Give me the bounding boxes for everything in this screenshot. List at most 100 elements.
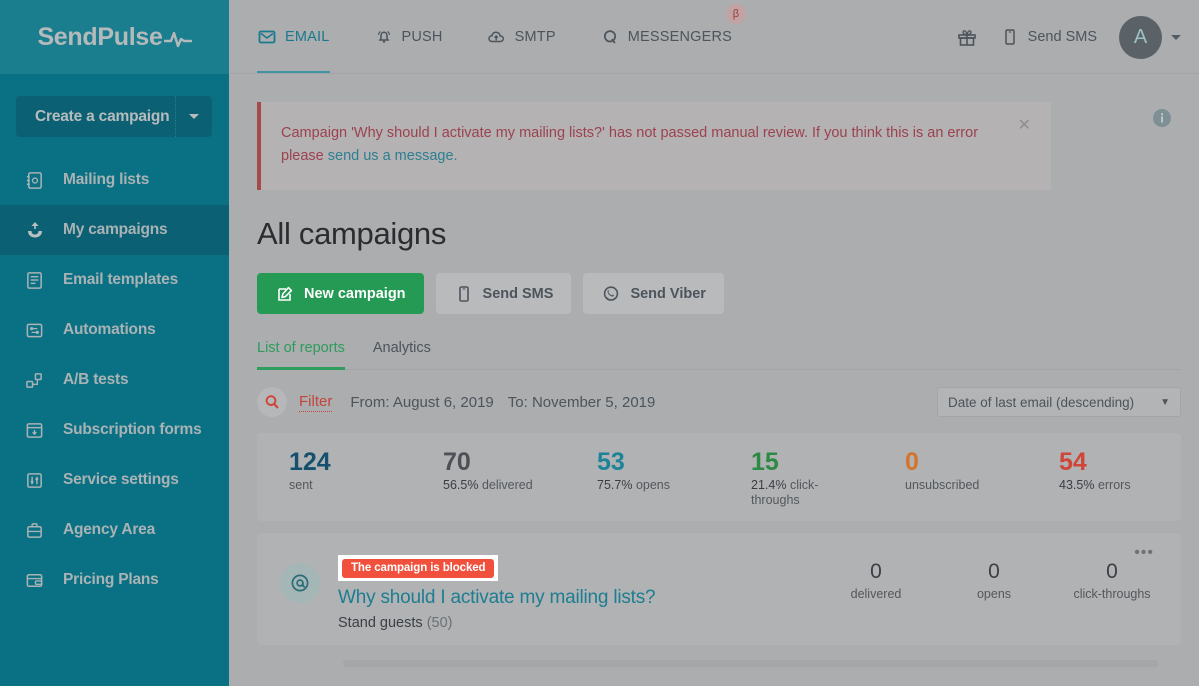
sidebar-item-label: Pricing Plans <box>63 571 159 589</box>
sidebar-item-ab-tests[interactable]: A/B tests <box>0 355 229 405</box>
compose-icon <box>275 284 295 304</box>
stat-label: 56.5% delivered <box>443 478 538 493</box>
create-campaign-label: Create a campaign <box>16 108 175 126</box>
sidebar-nav: Mailing lists My campaigns Email templat… <box>0 155 229 605</box>
status-badge: The campaign is blocked <box>342 559 494 578</box>
close-icon[interactable]: ✕ <box>1018 118 1031 134</box>
ellipsis-icon[interactable]: ••• <box>1134 545 1154 561</box>
search-icon[interactable] <box>257 387 287 417</box>
sidebar-item-automations[interactable]: Automations <box>0 305 229 355</box>
filter-toolbar: Filter From: August 6, 2019 To: November … <box>257 387 1181 417</box>
pulse-icon <box>164 27 192 47</box>
chevron-down-icon <box>189 114 199 119</box>
campaign-main: The campaign is blocked Why should I act… <box>257 555 817 631</box>
main-area: EMAIL PUSH SMTP <box>229 0 1199 686</box>
review-warning-banner: Campaign 'Why should I activate my maili… <box>257 102 1051 190</box>
sort-value: Date of last email (descending) <box>948 395 1134 410</box>
tab-list-of-reports[interactable]: List of reports <box>257 340 345 369</box>
stat-value: 124 <box>289 447 411 477</box>
user-menu[interactable]: A <box>1119 16 1181 59</box>
create-campaign-dropdown[interactable] <box>175 96 212 137</box>
horizontal-scrollbar[interactable] <box>343 660 1158 667</box>
tab-push[interactable]: PUSH <box>374 0 465 74</box>
sidebar-item-my-campaigns[interactable]: My campaigns <box>0 205 229 255</box>
date-from[interactable]: From: August 6, 2019 <box>350 394 493 411</box>
gift-icon[interactable] <box>956 26 978 48</box>
cloud-upload-icon <box>487 27 507 47</box>
campaign-upload-icon <box>24 220 45 241</box>
stat-value: 0 <box>905 447 1027 477</box>
create-campaign-button[interactable]: Create a campaign <box>16 96 212 137</box>
sidebar-item-agency-area[interactable]: Agency Area <box>0 505 229 555</box>
metric-label: click-throughs <box>1053 587 1171 601</box>
campaign-row[interactable]: The campaign is blocked Why should I act… <box>257 533 1181 645</box>
button-label: New campaign <box>304 286 406 302</box>
beta-badge: β <box>726 4 746 24</box>
send-viber-button[interactable]: Send Viber <box>583 273 723 314</box>
sidebar: SendPulse Create a campaign Mailing list… <box>0 0 229 686</box>
metric-value: 0 <box>817 559 935 585</box>
sidebar-item-service-settings[interactable]: Service settings <box>0 455 229 505</box>
metric-value: 0 <box>1053 559 1171 585</box>
stat-errors: 54 43.5% errors <box>1027 447 1181 493</box>
banner-message: Campaign 'Why should I activate my maili… <box>281 122 996 168</box>
top-navigation-bar: EMAIL PUSH SMTP <box>229 0 1199 74</box>
report-subtabs: List of reports Analytics <box>257 340 1181 370</box>
stat-value: 53 <box>597 447 719 477</box>
flow-icon <box>24 320 45 341</box>
stat-label-text: unsubscribed <box>905 478 979 492</box>
stat-value: 54 <box>1059 447 1181 477</box>
list-name: Stand guests <box>338 615 423 631</box>
wallet-icon <box>24 570 45 591</box>
new-campaign-button[interactable]: New campaign <box>257 273 424 314</box>
stat-delivered: 70 56.5% delivered <box>411 447 565 493</box>
product-tabs: EMAIL PUSH SMTP <box>257 0 776 74</box>
campaign-metric-opens: 0 opens <box>935 559 1053 601</box>
send-sms-label: Send SMS <box>1028 29 1097 45</box>
info-icon[interactable] <box>1152 108 1172 133</box>
bell-icon <box>374 27 394 47</box>
campaign-info: The campaign is blocked Why should I act… <box>338 555 655 631</box>
sort-dropdown[interactable]: Date of last email (descending) ▼ <box>937 387 1181 417</box>
filter-link[interactable]: Filter <box>299 393 332 412</box>
date-to[interactable]: To: November 5, 2019 <box>508 394 656 411</box>
tab-smtp[interactable]: SMTP <box>487 0 578 74</box>
tab-email[interactable]: EMAIL <box>257 0 352 74</box>
action-buttons: New campaign Send SMS Send Viber <box>257 273 1181 314</box>
list-count: (50) <box>427 615 453 631</box>
create-campaign-wrap: Create a campaign <box>0 74 229 137</box>
briefcase-icon <box>24 520 45 541</box>
tab-label: PUSH <box>402 29 443 45</box>
sidebar-item-email-templates[interactable]: Email templates <box>0 255 229 305</box>
status-badge-wrap: The campaign is blocked <box>338 555 498 581</box>
stat-label: sent <box>289 478 384 493</box>
sidebar-logo[interactable]: SendPulse <box>0 0 229 74</box>
stat-label-text: opens <box>636 478 670 492</box>
campaign-metric-delivered: 0 delivered <box>817 559 935 601</box>
ab-test-icon <box>24 370 45 391</box>
metric-value: 0 <box>935 559 1053 585</box>
stat-label: unsubscribed <box>905 478 1000 493</box>
viber-icon <box>601 284 621 304</box>
stat-percent: 75.7% <box>597 478 632 492</box>
stat-label-text: delivered <box>482 478 533 492</box>
tab-messengers[interactable]: MESSENGERS β <box>600 0 754 74</box>
chevron-down-icon: ▼ <box>1160 397 1170 408</box>
sidebar-item-subscription-forms[interactable]: Subscription forms <box>0 405 229 455</box>
sidebar-item-label: My campaigns <box>63 221 167 239</box>
tab-analytics[interactable]: Analytics <box>373 340 431 369</box>
sidebar-item-label: A/B tests <box>63 371 128 389</box>
metric-label: delivered <box>817 587 935 601</box>
send-us-a-message-link[interactable]: send us a message. <box>328 148 458 164</box>
stat-opens: 53 75.7% opens <box>565 447 719 493</box>
content-area: Campaign 'Why should I activate my maili… <box>229 102 1199 645</box>
send-sms-topbar-button[interactable]: Send SMS <box>1000 27 1097 47</box>
avatar: A <box>1119 16 1162 59</box>
send-sms-button[interactable]: Send SMS <box>436 273 572 314</box>
campaign-title-link[interactable]: Why should I activate my mailing lists? <box>338 587 655 609</box>
date-range: From: August 6, 2019 To: November 5, 2019 <box>350 394 669 411</box>
sidebar-item-mailing-lists[interactable]: Mailing lists <box>0 155 229 205</box>
metric-label: opens <box>935 587 1053 601</box>
sidebar-item-pricing-plans[interactable]: Pricing Plans <box>0 555 229 605</box>
button-label: Send SMS <box>483 286 554 302</box>
